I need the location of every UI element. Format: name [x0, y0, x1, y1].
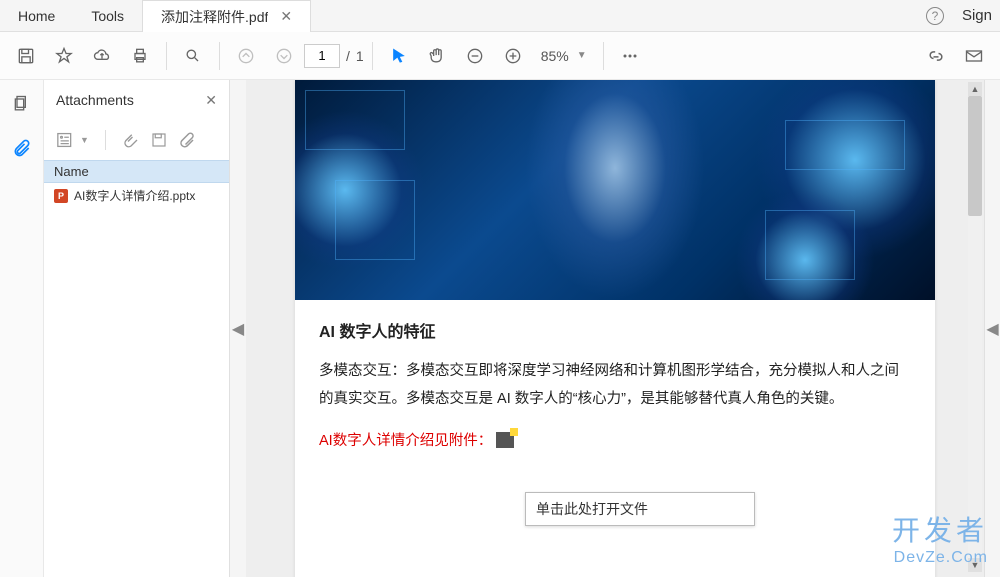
cloud-upload-button[interactable] [84, 38, 120, 74]
attachment-item[interactable]: P AI数字人详情介绍.pptx [44, 183, 229, 208]
search-button[interactable] [175, 38, 211, 74]
hand-tool-button[interactable] [419, 38, 455, 74]
sign-in-button[interactable]: Sign [962, 7, 992, 24]
doc-paragraph: 多模态交互：多模态交互即将深度学习神经网络和计算机图形学结合，充分模拟人和人之间… [319, 358, 911, 413]
doc-attachment-line: AI数字人详情介绍见附件： [319, 429, 492, 450]
tab-document-label: 添加注释附件.pdf [161, 7, 268, 27]
pdf-page: AI 数字人的特征 多模态交互：多模态交互即将深度学习神经网络和计算机图形学结合… [295, 80, 935, 577]
selection-tool-button[interactable] [381, 38, 417, 74]
attachment-annotation-icon[interactable] [496, 432, 514, 448]
thumbnails-rail-button[interactable] [10, 92, 34, 116]
page-up-button[interactable] [228, 38, 264, 74]
tab-home[interactable]: Home [0, 0, 73, 32]
panel-title: Attachments [56, 92, 134, 108]
document-view[interactable]: AI 数字人的特征 多模态交互：多模态交互即将深度学习神经网络和计算机图形学结合… [246, 80, 984, 577]
zoom-select[interactable]: 85% ▼ [533, 48, 595, 64]
top-tab-bar: Home Tools 添加注释附件.pdf ✕ ? Sign [0, 0, 1000, 32]
help-icon[interactable]: ? [926, 7, 944, 25]
collapse-left-handle[interactable]: ◀ [230, 80, 246, 577]
tab-tools[interactable]: Tools [73, 0, 142, 32]
page-down-button[interactable] [266, 38, 302, 74]
page-number-input[interactable] [304, 44, 340, 68]
vertical-scrollbar[interactable]: ▲ ▼ [968, 82, 982, 572]
link-button[interactable] [918, 38, 954, 74]
page-total: 1 [356, 48, 364, 64]
zoom-out-button[interactable] [457, 38, 493, 74]
scroll-down-button[interactable]: ▼ [968, 558, 982, 572]
panel-save-button[interactable] [150, 131, 168, 149]
panel-add-button[interactable] [178, 131, 196, 149]
star-button[interactable] [46, 38, 82, 74]
tab-document[interactable]: 添加注释附件.pdf ✕ [142, 0, 311, 32]
hero-image [295, 80, 935, 300]
panel-open-button[interactable] [122, 131, 140, 149]
zoom-value: 85% [541, 48, 569, 64]
main-area: Attachments ✕ ▼ Name P AI数字人详情介绍.pptx ◀ [0, 80, 1000, 577]
attachments-rail-button[interactable] [10, 136, 34, 160]
zoom-in-button[interactable] [495, 38, 531, 74]
panel-close-icon[interactable]: ✕ [205, 92, 217, 109]
attachments-panel: Attachments ✕ ▼ Name P AI数字人详情介绍.pptx [44, 80, 230, 577]
doc-heading: AI 数字人的特征 [319, 318, 911, 342]
main-toolbar: / 1 85% ▼ [0, 32, 1000, 80]
chevron-down-icon: ▼ [577, 50, 587, 61]
open-file-tooltip[interactable]: 单击此处打开文件 [525, 492, 755, 526]
page-separator: / [346, 48, 350, 64]
scroll-up-button[interactable]: ▲ [968, 82, 982, 96]
panel-options-button[interactable]: ▼ [56, 131, 89, 149]
mail-button[interactable] [956, 38, 992, 74]
panel-column-name[interactable]: Name [44, 160, 229, 183]
scroll-thumb[interactable] [968, 96, 982, 216]
attachment-item-label: AI数字人详情介绍.pptx [74, 187, 195, 204]
more-tools-button[interactable] [612, 38, 648, 74]
close-icon[interactable]: ✕ [280, 8, 292, 25]
collapse-right-handle[interactable]: ◀ [984, 80, 1000, 577]
save-button[interactable] [8, 38, 44, 74]
left-rail [0, 80, 44, 577]
powerpoint-icon: P [54, 189, 68, 203]
print-button[interactable] [122, 38, 158, 74]
